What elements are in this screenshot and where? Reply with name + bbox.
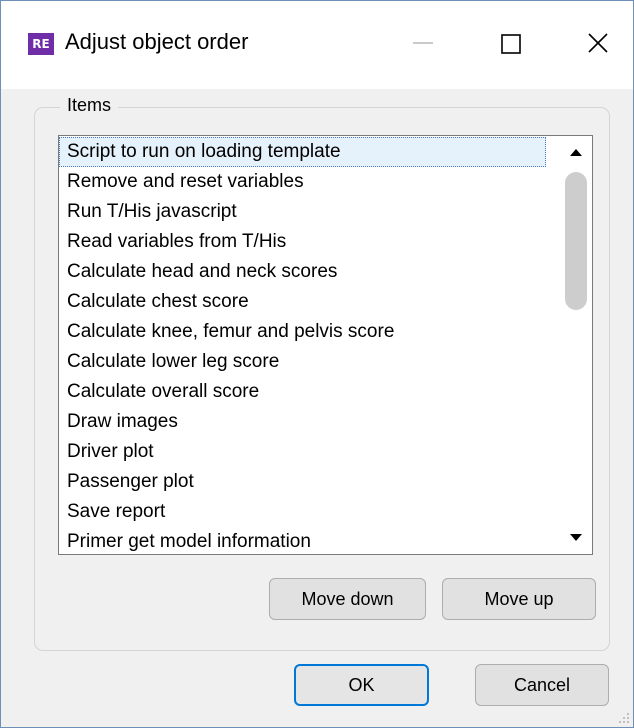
list-item[interactable]: Passenger plot [59, 467, 194, 497]
move-up-button[interactable]: Move up [442, 578, 596, 620]
scroll-up-button[interactable] [560, 136, 592, 166]
list-item[interactable]: Calculate lower leg score [59, 347, 279, 377]
resize-grip-icon[interactable] [618, 712, 630, 724]
list-item[interactable]: Calculate head and neck scores [59, 257, 337, 287]
maximize-icon [501, 34, 521, 54]
window-title: Adjust object order [65, 29, 249, 54]
cancel-button[interactable]: Cancel [475, 664, 609, 706]
scroll-down-button[interactable] [560, 524, 592, 554]
list-item[interactable]: Script to run on loading template [59, 137, 546, 167]
minimize-icon [413, 42, 433, 44]
items-group-label: Items [60, 95, 119, 116]
list-item[interactable]: Run T/His javascript [59, 197, 237, 227]
move-down-button[interactable]: Move down [269, 578, 426, 620]
minimize-button[interactable] [389, 19, 449, 65]
items-listbox[interactable]: Script to run on loading template Remove … [58, 135, 593, 555]
list-item[interactable]: Remove and reset variables [59, 167, 304, 197]
app-logo-icon: RE [28, 33, 54, 55]
list-item[interactable]: Draw images [59, 407, 178, 437]
arrow-down-icon [570, 534, 582, 541]
list-item[interactable]: Calculate overall score [59, 377, 259, 407]
list-item[interactable]: Driver plot [59, 437, 154, 467]
list-item[interactable]: Primer get model information [59, 527, 311, 554]
list-item[interactable]: Read variables from T/His [59, 227, 286, 257]
list-item[interactable]: Save report [59, 497, 165, 527]
arrow-up-icon [570, 149, 582, 156]
maximize-button[interactable] [479, 19, 539, 65]
dialog-window: RE Adjust object order Items Script to r… [0, 0, 634, 728]
close-icon [588, 33, 608, 53]
title-bar[interactable]: RE Adjust object order [1, 1, 633, 89]
vertical-scrollbar[interactable] [560, 136, 592, 554]
ok-button[interactable]: OK [294, 664, 429, 706]
close-button[interactable] [567, 19, 627, 65]
list-item[interactable]: Calculate knee, femur and pelvis score [59, 317, 394, 347]
scrollbar-thumb[interactable] [565, 172, 587, 310]
list-item[interactable]: Calculate chest score [59, 287, 249, 317]
